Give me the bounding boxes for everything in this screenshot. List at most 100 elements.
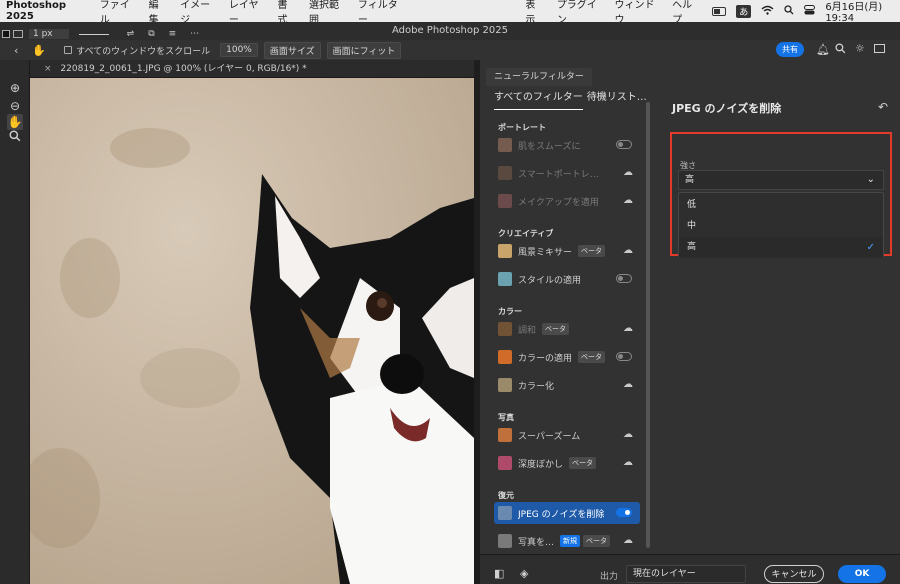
document-tab[interactable]: × 220819_2_0061_1.JPG @ 100% (レイヤー 0, RG…	[30, 60, 474, 78]
copy-icon[interactable]: ⧉	[148, 29, 154, 39]
magnifier-icon[interactable]	[7, 130, 23, 146]
strength-value: 高	[685, 175, 695, 185]
battery-icon[interactable]	[712, 6, 727, 16]
filter-color-transfer[interactable]: カラーの適用 ベータ	[494, 346, 640, 368]
filter-super-zoom[interactable]: スーパーズーム ☁	[494, 424, 640, 446]
document-tab-label: 220819_2_0061_1.JPG @ 100% (レイヤー 0, RGB/…	[60, 64, 307, 74]
beta-badge: ベータ	[578, 245, 606, 257]
beta-badge: ベータ	[569, 457, 597, 469]
close-tab-icon[interactable]: ×	[44, 64, 52, 74]
filter-label: カラー化	[518, 381, 555, 392]
cloud-icon: ☁	[623, 245, 633, 256]
category-color: カラー	[498, 307, 522, 316]
clock[interactable]: 6月16日(月) 19:34	[825, 0, 892, 24]
document-canvas[interactable]	[30, 78, 474, 584]
skin-toggle[interactable]	[616, 140, 632, 149]
hand-icon[interactable]: ✋	[7, 114, 23, 130]
cloud-icon: ☁	[623, 429, 633, 440]
workspace-icon[interactable]	[874, 44, 885, 53]
zoom-out-icon[interactable]: ⊖	[7, 98, 23, 114]
compare-icon[interactable]: ◧	[494, 567, 504, 580]
output-dropdown[interactable]: 現在のレイヤー	[626, 565, 746, 583]
brush-preset-icon[interactable]	[13, 30, 23, 38]
bell-icon[interactable]: 🔔︎	[816, 43, 830, 56]
landscape-thumb-icon	[498, 244, 512, 258]
ok-button[interactable]: OK	[838, 565, 886, 583]
filter-label: スーパーズーム	[518, 431, 581, 442]
reset-icon[interactable]: ↶	[878, 100, 888, 114]
filter-harmonization[interactable]: 調和 ベータ ☁	[494, 318, 640, 340]
sliders-icon[interactable]: ≡	[169, 29, 177, 39]
colorize-thumb-icon	[498, 378, 512, 392]
cloud-icon: ☁	[623, 457, 633, 468]
tab-all-filters[interactable]: すべてのフィルター	[494, 88, 583, 110]
filter-skin-smoothing[interactable]: 肌をスムーズに	[494, 134, 640, 156]
app-menu[interactable]: Photoshop 2025	[6, 0, 86, 22]
brush-options: 1 px ⇌ ⧉ ≡ ⋯	[0, 28, 240, 40]
superzoom-thumb-icon	[498, 428, 512, 442]
filter-smart-portrait[interactable]: スマートポートレ… ☁	[494, 162, 640, 184]
brush-size-field[interactable]: 1 px	[29, 29, 69, 39]
options-bar: ‹ ✋ すべてのウィンドウをスクロール 100% 画面サイズ 画面にフィット	[0, 40, 900, 60]
filter-label: 肌をスムーズに	[518, 141, 581, 152]
discover-icon[interactable]: ☼	[855, 42, 865, 55]
layers-icon[interactable]: ◈	[520, 567, 528, 580]
checkmark-icon: ✓	[866, 242, 875, 253]
filter-landscape-mixer[interactable]: 風景ミキサー ベータ ☁	[494, 240, 640, 262]
hand-tool-icon[interactable]: ✋	[32, 44, 46, 57]
makeup-thumb-icon	[498, 194, 512, 208]
zoom-100-button[interactable]: 100%	[220, 43, 258, 57]
strength-option-high[interactable]: 高 ✓	[679, 237, 883, 258]
ps-search-icon[interactable]	[835, 43, 846, 57]
filter-label: 調和	[518, 325, 537, 336]
scroll-all-checkbox[interactable]	[64, 46, 73, 54]
filter-label: メイクアップを適用	[518, 197, 599, 208]
beta-badge: ベータ	[583, 535, 611, 547]
filter-colorize[interactable]: カラー化 ☁	[494, 374, 640, 396]
back-icon[interactable]: ‹	[14, 44, 18, 57]
cancel-button[interactable]: キャンセル	[764, 565, 824, 583]
filter-jpeg-artifacts-removal[interactable]: JPEG のノイズを削除	[494, 502, 640, 524]
harmony-thumb-icon	[498, 322, 512, 336]
control-center-icon[interactable]	[804, 4, 816, 18]
color-transfer-toggle[interactable]	[616, 352, 632, 361]
macos-menubar: Photoshop 2025 ファイル 編集 イメージ レイヤー 書式 選択範囲…	[0, 0, 900, 26]
filter-depth-blur[interactable]: 深度ぼかし ベータ ☁	[494, 452, 640, 474]
filter-label: JPEG のノイズを削除	[518, 509, 605, 520]
stroke-options-icon[interactable]: ⇌	[127, 29, 135, 39]
more-icon[interactable]: ⋯	[190, 29, 199, 39]
tab-waitlist[interactable]: 待機リスト…	[587, 88, 647, 110]
filter-settings: JPEG のノイズを削除 ↶ 強さ 高 ⌄ 低 中 高 ✓	[660, 82, 900, 554]
wifi-icon[interactable]	[761, 5, 774, 18]
cloud-icon: ☁	[623, 323, 633, 334]
color-swatch-icon[interactable]	[2, 30, 10, 38]
cloud-icon: ☁	[623, 379, 633, 390]
strength-dropdown[interactable]: 高 ⌄	[678, 170, 884, 190]
filter-list-scrollbar[interactable]	[646, 102, 650, 548]
fill-screen-button[interactable]: 画面にフィット	[326, 41, 402, 59]
beta-badge: ベータ	[542, 323, 570, 335]
share-button[interactable]: 共有	[776, 42, 804, 57]
color-transfer-thumb-icon	[498, 350, 512, 364]
jpeg-thumb-icon	[498, 506, 512, 520]
strength-option-high-label: 高	[687, 242, 697, 252]
stroke-style-dropdown[interactable]	[78, 33, 109, 35]
filter-photo-restoration[interactable]: 写真を… 新規 ベータ ☁	[494, 530, 640, 552]
strength-option-low[interactable]: 低	[679, 195, 883, 216]
new-badge: 新規	[560, 535, 581, 547]
strength-option-medium[interactable]: 中	[679, 216, 883, 237]
filter-style-transfer[interactable]: スタイルの適用	[494, 268, 640, 290]
style-toggle[interactable]	[616, 274, 632, 283]
smart-portrait-thumb-icon	[498, 166, 512, 180]
zoom-in-icon[interactable]: ⊕	[7, 80, 23, 96]
photo-restore-thumb-icon	[498, 534, 512, 548]
filter-makeup[interactable]: メイクアップを適用 ☁	[494, 190, 640, 212]
jpeg-toggle[interactable]	[616, 508, 632, 517]
ime-indicator[interactable]: あ	[736, 4, 752, 18]
search-icon[interactable]	[784, 4, 794, 18]
output-label: 出力	[600, 572, 619, 582]
depth-thumb-icon	[498, 456, 512, 470]
category-photo: 写真	[498, 413, 514, 422]
strength-menu: 低 中 高 ✓	[678, 192, 884, 258]
fit-screen-button[interactable]: 画面サイズ	[263, 41, 321, 59]
